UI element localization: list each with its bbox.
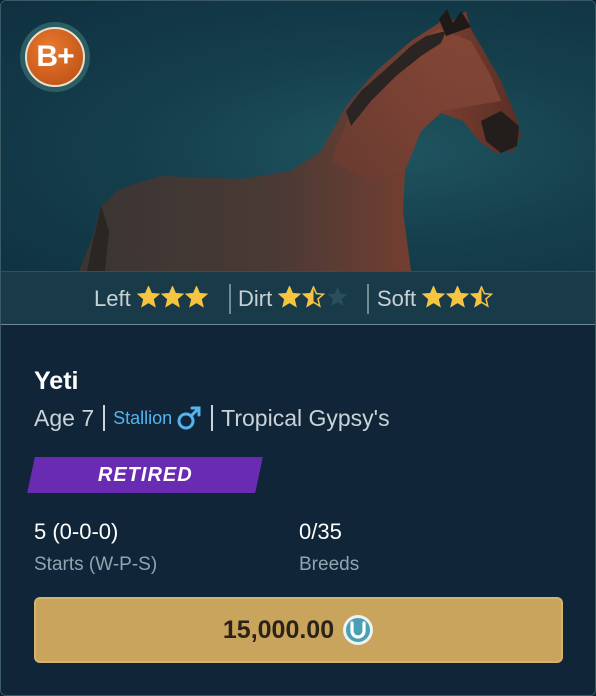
starts-value: 5 (0-0-0) (34, 519, 119, 544)
star-full-icon (421, 284, 446, 308)
horse-image-area: B+ (1, 1, 595, 271)
star-half-icon (301, 284, 326, 308)
price-label: 15,000.00 (222, 615, 335, 644)
aptitude-soft: Soft (377, 284, 494, 314)
aptitude-dirt: Dirt (238, 284, 350, 314)
divider (211, 405, 214, 431)
star-full-icon (445, 284, 470, 308)
horse-gender: Stallion (113, 407, 173, 428)
starts-label: Starts (W-P-S) (34, 554, 158, 575)
aptitude-label: Left (94, 286, 131, 311)
star-rating (421, 284, 494, 313)
horse-card[interactable]: B+ Left Dirt Soft Yeti Age 7 Stallion Tr… (0, 0, 596, 696)
horse-farm: Tropical Gypsy's (221, 404, 390, 431)
divider (103, 405, 106, 431)
star-full-icon (136, 284, 161, 308)
divider (367, 284, 369, 314)
star-full-icon (277, 284, 302, 308)
breeds-label: Breeds (299, 554, 360, 575)
status-badge: RETIRED (27, 457, 263, 493)
aptitude-left: Left (94, 284, 209, 314)
male-icon (177, 406, 201, 430)
buy-button[interactable]: 15,000.00 (34, 597, 563, 663)
star-full-icon (160, 284, 185, 308)
horse-meta: Age 7 Stallion Tropical Gypsy's (34, 403, 390, 433)
aptitude-bar: Left Dirt Soft (1, 271, 595, 325)
star-rating (136, 284, 209, 313)
horse-info: Yeti Age 7 Stallion Tropical Gypsy's RET… (1, 325, 595, 695)
star-empty-icon (327, 286, 348, 306)
horse-name: Yeti (34, 367, 79, 395)
grade-badge: B+ (20, 22, 90, 92)
horse-image (79, 9, 521, 271)
star-half-icon (469, 284, 494, 308)
breeds-value: 0/35 (299, 519, 342, 544)
divider (229, 284, 231, 314)
coin-icon (343, 615, 374, 645)
star-rating (277, 284, 350, 313)
grade-label: B+ (25, 27, 85, 87)
horse-age: Age 7 (34, 404, 95, 431)
star-full-icon (184, 284, 209, 308)
aptitude-label: Soft (377, 286, 417, 311)
status-label: RETIRED (97, 463, 193, 486)
aptitude-label: Dirt (238, 286, 273, 311)
